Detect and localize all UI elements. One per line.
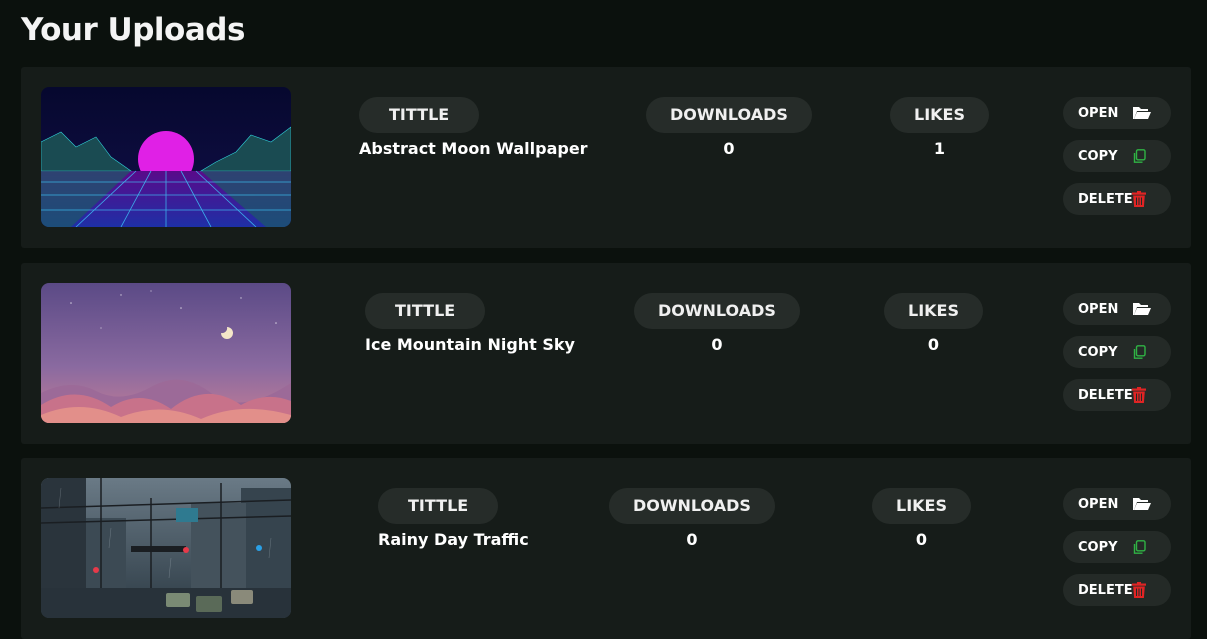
- copy-label: COPY: [1078, 344, 1118, 360]
- page-title: Your Uploads: [21, 12, 245, 48]
- action-buttons: OPEN COPY DELETE: [1063, 293, 1171, 422]
- open-label: OPEN: [1078, 496, 1119, 512]
- title-header: TITTLE: [359, 97, 480, 133]
- downloads-header: DOWNLOADS: [646, 97, 812, 133]
- downloads-count: 0: [711, 335, 723, 354]
- likes-column: LIKES 0: [872, 488, 971, 549]
- likes-column: LIKES 1: [890, 97, 989, 158]
- upload-title: Rainy Day Traffic: [378, 530, 529, 549]
- synthwave-moon-image: [41, 87, 291, 227]
- delete-label: DELETE: [1078, 582, 1133, 598]
- title-column: TITTLE Rainy Day Traffic: [378, 488, 529, 549]
- folder-open-icon: [1133, 303, 1151, 315]
- trash-icon: [1132, 582, 1146, 598]
- copy-icon: [1133, 148, 1146, 163]
- open-label: OPEN: [1078, 105, 1119, 121]
- action-buttons: OPEN COPY DELETE: [1063, 97, 1171, 226]
- rainy-street-image: [41, 478, 291, 618]
- folder-open-icon: [1133, 498, 1151, 510]
- upload-title: Abstract Moon Wallpaper: [359, 139, 588, 158]
- likes-count: 1: [933, 139, 946, 158]
- trash-icon: [1132, 191, 1146, 207]
- downloads-column: DOWNLOADS 0: [646, 97, 812, 158]
- title-header: TITTLE: [378, 488, 499, 524]
- open-button[interactable]: OPEN: [1063, 97, 1171, 129]
- copy-button[interactable]: COPY: [1063, 336, 1171, 368]
- downloads-header: DOWNLOADS: [634, 293, 800, 329]
- likes-count: 0: [927, 335, 940, 354]
- upload-card: TITTLE Ice Mountain Night Sky DOWNLOADS …: [21, 263, 1191, 444]
- night-desert-sky-image: [41, 283, 291, 423]
- downloads-count: 0: [686, 530, 698, 549]
- title-column: TITTLE Ice Mountain Night Sky: [365, 293, 575, 354]
- copy-icon: [1133, 344, 1146, 359]
- copy-button[interactable]: COPY: [1063, 531, 1171, 563]
- copy-button[interactable]: COPY: [1063, 140, 1171, 172]
- delete-button[interactable]: DELETE: [1063, 379, 1171, 411]
- title-header: TITTLE: [365, 293, 486, 329]
- delete-button[interactable]: DELETE: [1063, 574, 1171, 606]
- open-label: OPEN: [1078, 301, 1119, 317]
- upload-card: TITTLE Abstract Moon Wallpaper DOWNLOADS…: [21, 67, 1191, 248]
- open-button[interactable]: OPEN: [1063, 488, 1171, 520]
- delete-label: DELETE: [1078, 191, 1133, 207]
- delete-button[interactable]: DELETE: [1063, 183, 1171, 215]
- upload-card: TITTLE Rainy Day Traffic DOWNLOADS 0 LIK…: [21, 458, 1191, 639]
- downloads-header: DOWNLOADS: [609, 488, 775, 524]
- upload-thumbnail[interactable]: [41, 87, 291, 227]
- likes-header: LIKES: [872, 488, 971, 524]
- copy-label: COPY: [1078, 539, 1118, 555]
- likes-count: 0: [915, 530, 928, 549]
- upload-thumbnail[interactable]: [41, 478, 291, 618]
- downloads-count: 0: [723, 139, 735, 158]
- folder-open-icon: [1133, 107, 1151, 119]
- downloads-column: DOWNLOADS 0: [634, 293, 800, 354]
- trash-icon: [1132, 387, 1146, 403]
- copy-label: COPY: [1078, 148, 1118, 164]
- delete-label: DELETE: [1078, 387, 1133, 403]
- action-buttons: OPEN COPY DELETE: [1063, 488, 1171, 617]
- likes-column: LIKES 0: [884, 293, 983, 354]
- open-button[interactable]: OPEN: [1063, 293, 1171, 325]
- downloads-column: DOWNLOADS 0: [609, 488, 775, 549]
- title-column: TITTLE Abstract Moon Wallpaper: [359, 97, 588, 158]
- copy-icon: [1133, 539, 1146, 554]
- likes-header: LIKES: [884, 293, 983, 329]
- upload-title: Ice Mountain Night Sky: [365, 335, 575, 354]
- upload-thumbnail[interactable]: [41, 283, 291, 423]
- likes-header: LIKES: [890, 97, 989, 133]
